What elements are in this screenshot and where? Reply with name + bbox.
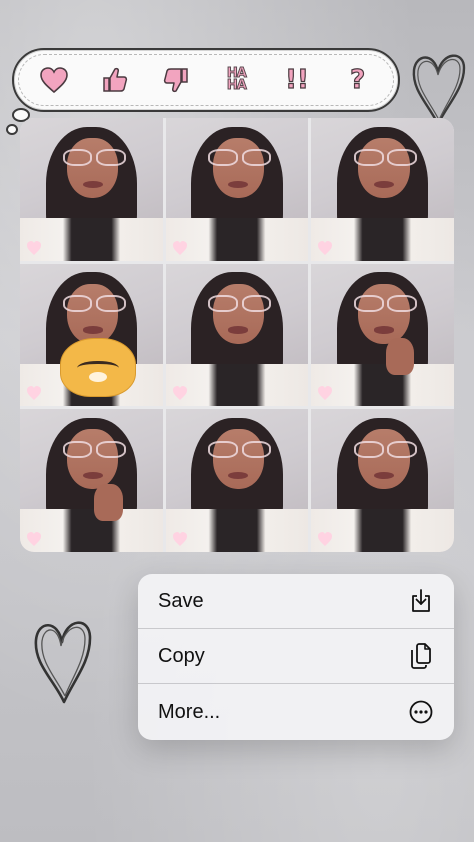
menu-item-more[interactable]: More... (138, 684, 454, 740)
context-menu: Save Copy More... (138, 574, 454, 740)
pink-heart-icon (27, 240, 41, 255)
photo-tile (165, 263, 309, 407)
photo-tile (165, 409, 309, 552)
doodle-heart-bottom-left (34, 621, 92, 704)
heart-icon (40, 67, 69, 94)
thumbs-down-icon (163, 68, 188, 93)
more-icon (408, 699, 434, 725)
photo-tile (311, 263, 454, 407)
reaction-question-button[interactable]: ? (335, 57, 381, 103)
pink-heart-icon (172, 386, 187, 401)
pink-heart-icon (172, 240, 187, 255)
menu-item-save[interactable]: Save (138, 574, 454, 629)
pink-heart-icon (27, 386, 41, 401)
menu-item-save-label: Save (158, 589, 204, 612)
pink-heart-icon (318, 386, 333, 401)
thumbs-up-icon (103, 67, 128, 92)
plush-toy (59, 337, 137, 397)
photo-tile (311, 118, 454, 261)
pink-heart-icon (27, 532, 41, 546)
menu-item-more-label: More... (158, 700, 221, 723)
haha-line-2: HA (226, 78, 247, 93)
photo-collage-message[interactable] (20, 118, 454, 552)
question-mark-icon: ? (349, 64, 366, 95)
haha-icon: HA HA (226, 67, 247, 93)
menu-item-copy[interactable]: Copy (138, 629, 454, 684)
copy-icon (408, 643, 434, 669)
hand (94, 483, 123, 521)
reaction-thumbs-down-button[interactable] (153, 57, 199, 103)
hand (385, 337, 415, 375)
reaction-bar: HA HA !! ? (12, 48, 400, 112)
photo-tile (20, 409, 163, 552)
pink-heart-icon (318, 532, 333, 546)
pink-heart-icon (318, 240, 333, 255)
photo-tile (20, 118, 163, 261)
photo-tile (20, 263, 163, 407)
bubble-tail-small (6, 124, 18, 135)
reaction-heart-button[interactable] (31, 57, 77, 103)
photo-tile (311, 409, 454, 552)
reaction-thumbs-up-button[interactable] (92, 57, 138, 103)
save-icon (408, 588, 434, 614)
pink-heart-icon (172, 532, 187, 546)
menu-item-copy-label: Copy (158, 644, 205, 667)
photo-tile (165, 118, 309, 261)
double-exclamation-icon: !! (285, 64, 310, 95)
reaction-haha-button[interactable]: HA HA (213, 57, 259, 103)
reaction-exclamation-button[interactable]: !! (274, 57, 320, 103)
